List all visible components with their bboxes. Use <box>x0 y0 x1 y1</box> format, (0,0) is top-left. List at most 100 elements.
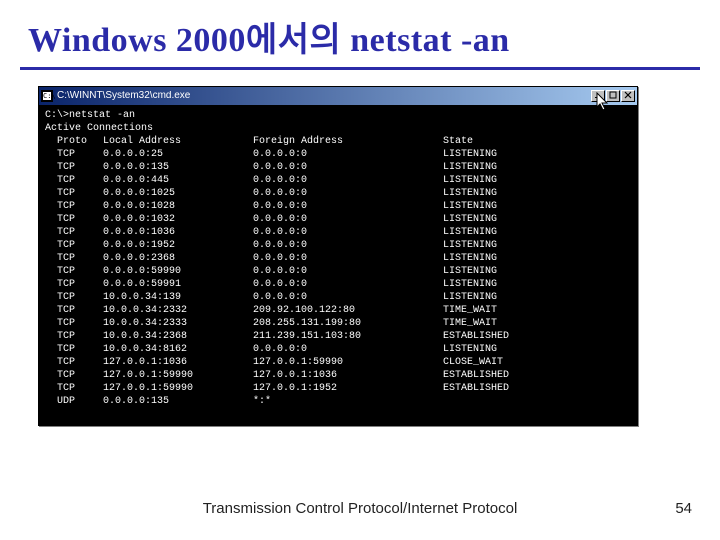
cell-proto: TCP <box>57 317 103 330</box>
cell-proto: TCP <box>57 330 103 343</box>
cell-proto: TCP <box>57 252 103 265</box>
cell-state: LISTENING <box>443 291 553 304</box>
col-state: State <box>443 135 553 148</box>
cell-foreign: 0.0.0.0:0 <box>253 213 443 226</box>
col-foreign: Foreign Address <box>253 135 443 148</box>
cell-state: ESTABLISHED <box>443 382 553 395</box>
table-row: UDP0.0.0.0:135*:* <box>45 395 631 408</box>
cell-state: LISTENING <box>443 265 553 278</box>
console-output: C:\>netstat -an Active Connections Proto… <box>39 105 637 425</box>
cell-foreign: 0.0.0.0:0 <box>253 252 443 265</box>
cell-proto: TCP <box>57 148 103 161</box>
table-row: TCP0.0.0.0:599900.0.0.0:0LISTENING <box>45 265 631 278</box>
table-row: TCP10.0.0.34:2368211.239.151.103:80ESTAB… <box>45 330 631 343</box>
cell-foreign: 127.0.0.1:1952 <box>253 382 443 395</box>
cell-foreign: 0.0.0.0:0 <box>253 291 443 304</box>
minimize-button[interactable] <box>591 90 605 102</box>
table-row: TCP0.0.0.0:1350.0.0.0:0LISTENING <box>45 161 631 174</box>
cell-local: 0.0.0.0:1025 <box>103 187 253 200</box>
slide: Windows 2000에서의 netstat -an C:\WINNT\Sys… <box>0 0 720 540</box>
cell-foreign: 0.0.0.0:0 <box>253 161 443 174</box>
window-titlebar: C:\WINNT\System32\cmd.exe <box>39 87 637 105</box>
table-row: TCP127.0.0.1:59990127.0.0.1:1952ESTABLIS… <box>45 382 631 395</box>
prompt-line: C:\>netstat -an <box>45 109 631 122</box>
cell-foreign: 0.0.0.0:0 <box>253 148 443 161</box>
table-row: TCP10.0.0.34:2332209.92.100.122:80TIME_W… <box>45 304 631 317</box>
cell-foreign: 0.0.0.0:0 <box>253 278 443 291</box>
cell-foreign: 0.0.0.0:0 <box>253 265 443 278</box>
table-row: TCP0.0.0.0:23680.0.0.0:0LISTENING <box>45 252 631 265</box>
cell-local: 0.0.0.0:1028 <box>103 200 253 213</box>
table-row: TCP10.0.0.34:81620.0.0.0:0LISTENING <box>45 343 631 356</box>
cell-proto: TCP <box>57 343 103 356</box>
cell-state: LISTENING <box>443 174 553 187</box>
cell-foreign: 0.0.0.0:0 <box>253 239 443 252</box>
table-row: TCP0.0.0.0:250.0.0.0:0LISTENING <box>45 148 631 161</box>
window-buttons <box>591 90 635 102</box>
cell-local: 0.0.0.0:445 <box>103 174 253 187</box>
cell-state: LISTENING <box>443 343 553 356</box>
cell-local: 127.0.0.1:59990 <box>103 382 253 395</box>
cell-state: TIME_WAIT <box>443 304 553 317</box>
cell-proto: TCP <box>57 291 103 304</box>
cell-proto: TCP <box>57 174 103 187</box>
cell-state: CLOSE_WAIT <box>443 356 553 369</box>
table-row: TCP0.0.0.0:4450.0.0.0:0LISTENING <box>45 174 631 187</box>
cell-state: TIME_WAIT <box>443 317 553 330</box>
cmd-icon <box>41 90 53 102</box>
maximize-button[interactable] <box>606 90 620 102</box>
cell-state: LISTENING <box>443 187 553 200</box>
cell-proto: UDP <box>57 395 103 408</box>
section-header: Active Connections <box>45 122 631 135</box>
cell-local: 10.0.0.34:2332 <box>103 304 253 317</box>
window-title-text: C:\WINNT\System32\cmd.exe <box>57 91 591 101</box>
cell-state: LISTENING <box>443 148 553 161</box>
cmd-window: C:\WINNT\System32\cmd.exe C:\>netstat -a… <box>38 86 638 426</box>
table-row: TCP127.0.0.1:1036127.0.0.1:59990CLOSE_WA… <box>45 356 631 369</box>
table-row: TCP0.0.0.0:10280.0.0.0:0LISTENING <box>45 200 631 213</box>
page-number: 54 <box>675 501 692 516</box>
cell-proto: TCP <box>57 200 103 213</box>
cell-local: 127.0.0.1:1036 <box>103 356 253 369</box>
cell-state: LISTENING <box>443 239 553 252</box>
cell-foreign: 0.0.0.0:0 <box>253 226 443 239</box>
title-underline <box>20 67 700 70</box>
cell-proto: TCP <box>57 239 103 252</box>
cell-state: LISTENING <box>443 278 553 291</box>
cell-state: ESTABLISHED <box>443 330 553 343</box>
cell-proto: TCP <box>57 278 103 291</box>
cell-proto: TCP <box>57 265 103 278</box>
cell-local: 10.0.0.34:2333 <box>103 317 253 330</box>
slide-title: Windows 2000에서의 netstat -an <box>28 12 700 61</box>
cell-local: 0.0.0.0:1036 <box>103 226 253 239</box>
table-row: TCP10.0.0.34:2333208.255.131.199:80TIME_… <box>45 317 631 330</box>
cell-state: LISTENING <box>443 226 553 239</box>
cell-foreign: 0.0.0.0:0 <box>253 343 443 356</box>
cell-foreign: 211.239.151.103:80 <box>253 330 443 343</box>
table-row: TCP0.0.0.0:10320.0.0.0:0LISTENING <box>45 213 631 226</box>
cell-local: 0.0.0.0:135 <box>103 395 253 408</box>
data-rows: TCP0.0.0.0:250.0.0.0:0LISTENING TCP0.0.0… <box>45 148 631 408</box>
cell-state: LISTENING <box>443 161 553 174</box>
cell-local: 127.0.0.1:59990 <box>103 369 253 382</box>
table-row: TCP0.0.0.0:10250.0.0.0:0LISTENING <box>45 187 631 200</box>
cell-state: LISTENING <box>443 200 553 213</box>
cell-proto: TCP <box>57 161 103 174</box>
cell-foreign: 0.0.0.0:0 <box>253 200 443 213</box>
slide-footer: Transmission Control Protocol/Internet P… <box>0 501 720 516</box>
cell-local: 10.0.0.34:8162 <box>103 343 253 356</box>
cell-local: 0.0.0.0:59990 <box>103 265 253 278</box>
column-header-row: ProtoLocal AddressForeign AddressState <box>45 135 631 148</box>
table-row: TCP10.0.0.34:1390.0.0.0:0LISTENING <box>45 291 631 304</box>
cell-local: 0.0.0.0:59991 <box>103 278 253 291</box>
cell-local: 10.0.0.34:139 <box>103 291 253 304</box>
cell-proto: TCP <box>57 356 103 369</box>
cell-local: 0.0.0.0:135 <box>103 161 253 174</box>
cell-proto: TCP <box>57 369 103 382</box>
cell-local: 0.0.0.0:1032 <box>103 213 253 226</box>
table-row: TCP0.0.0.0:599910.0.0.0:0LISTENING <box>45 278 631 291</box>
close-button[interactable] <box>621 90 635 102</box>
cell-state: ESTABLISHED <box>443 369 553 382</box>
cell-state: LISTENING <box>443 252 553 265</box>
cell-foreign: 127.0.0.1:1036 <box>253 369 443 382</box>
